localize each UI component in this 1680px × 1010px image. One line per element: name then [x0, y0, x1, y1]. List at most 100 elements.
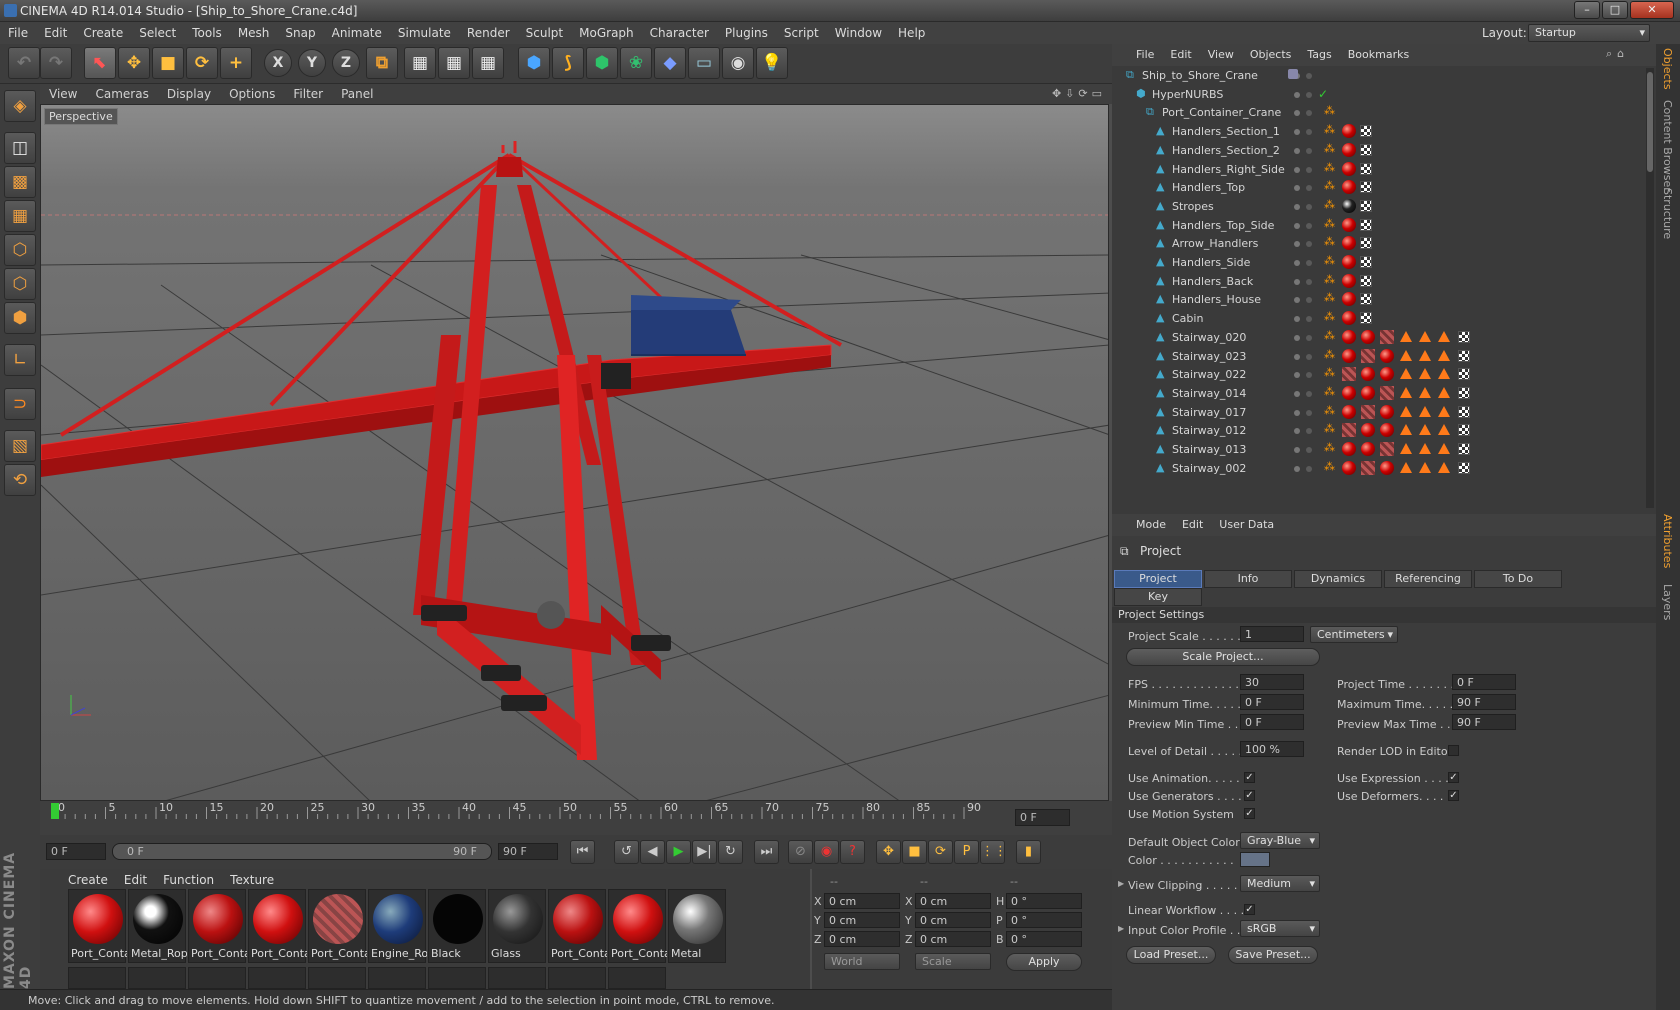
selection-tag-icon[interactable]: [1400, 443, 1412, 454]
enabled-check-icon[interactable]: ✓: [1318, 87, 1328, 101]
render-visibility-dot[interactable]: [1306, 166, 1312, 173]
material-slot[interactable]: [188, 967, 246, 989]
live-select-icon[interactable]: ⬉: [84, 47, 116, 79]
render-visibility-dot[interactable]: [1306, 409, 1312, 416]
editor-visibility-dot[interactable]: [1294, 353, 1300, 360]
material-tag-icon[interactable]: [1380, 329, 1394, 344]
menu-tools[interactable]: Tools: [184, 22, 230, 44]
key-rotation-icon[interactable]: ⟳: [928, 840, 953, 864]
object-row[interactable]: ▲ Handlers_Section_1 ⁂: [1112, 122, 1638, 142]
material-tag-icon[interactable]: [1342, 273, 1356, 288]
cube-icon[interactable]: ⬢: [518, 47, 550, 79]
uvw-tag-icon[interactable]: [1458, 349, 1470, 362]
phong-tag-icon[interactable]: ⁂: [1324, 404, 1335, 417]
object-row[interactable]: ▲ Stairway_012 ⁂: [1112, 421, 1638, 441]
menu-file[interactable]: File: [0, 22, 36, 44]
object-row[interactable]: ▲ Stairway_017 ⁂: [1112, 403, 1638, 423]
preview-min-time-input[interactable]: 0 F: [1240, 714, 1304, 730]
coord-world-dropdown[interactable]: World: [824, 953, 900, 970]
render-visibility-dot[interactable]: [1306, 203, 1312, 210]
project-time-input[interactable]: 0 F: [1452, 674, 1516, 690]
object-name[interactable]: Ship_to_Shore_Crane: [1142, 69, 1258, 82]
phong-tag-icon[interactable]: ⁂: [1324, 198, 1335, 211]
rotate-icon[interactable]: ⟳: [186, 47, 218, 79]
coord-rotation-input[interactable]: 0 °: [1006, 893, 1082, 909]
polygons-mode-icon[interactable]: ⬢: [4, 302, 36, 334]
light-icon[interactable]: 💡: [756, 47, 788, 79]
phong-tag-icon[interactable]: ⁂: [1324, 441, 1335, 454]
attribute-menu-user-data[interactable]: User Data: [1211, 514, 1282, 536]
use-motion-system-checkbox[interactable]: ✓: [1244, 808, 1255, 819]
editor-visibility-dot[interactable]: [1294, 260, 1300, 266]
uvw-tag-icon[interactable]: [1458, 443, 1470, 455]
material-tag-icon[interactable]: [1361, 460, 1375, 475]
material-slot[interactable]: [428, 967, 486, 989]
render-visibility-dot[interactable]: [1306, 185, 1312, 192]
phong-tag-icon[interactable]: ⁂: [1324, 179, 1335, 192]
render-visibility-dot[interactable]: [1306, 353, 1312, 360]
selection-tag-icon[interactable]: [1438, 368, 1450, 380]
use-deformers-checkbox[interactable]: ✓: [1448, 790, 1459, 801]
expand-arrow-icon[interactable]: ▶: [1118, 879, 1124, 888]
material-tag-icon[interactable]: [1380, 385, 1394, 400]
material-tag-icon[interactable]: [1342, 198, 1356, 213]
render-visibility-dot[interactable]: [1306, 91, 1312, 98]
viewport-menu-cameras[interactable]: Cameras: [86, 84, 157, 104]
material-tag-icon[interactable]: [1342, 460, 1356, 475]
uvw-tag-icon[interactable]: [1458, 368, 1470, 381]
object-row[interactable]: ▲ Arrow_Handlers ⁂: [1112, 234, 1638, 254]
playhead-marker[interactable]: [51, 803, 59, 819]
object-name[interactable]: Cabin: [1172, 312, 1203, 325]
selection-tag-icon[interactable]: [1400, 330, 1412, 342]
material-tag-icon[interactable]: [1380, 442, 1394, 456]
coord-size-input[interactable]: 0 cm: [915, 912, 991, 928]
menu-create[interactable]: Create: [75, 22, 131, 44]
material-slot[interactable]: [308, 967, 366, 989]
editor-visibility-dot[interactable]: [1294, 91, 1300, 98]
object-name[interactable]: Handlers_Back: [1172, 275, 1253, 288]
material-slot[interactable]: Port_Conta: [68, 889, 127, 963]
phong-tag-icon[interactable]: ⁂: [1324, 104, 1335, 117]
material-tag-icon[interactable]: [1342, 142, 1356, 157]
selection-tag-icon[interactable]: [1438, 386, 1450, 398]
project-scale-input[interactable]: 1: [1240, 626, 1304, 642]
selection-tag-icon[interactable]: [1419, 386, 1431, 398]
selection-tag-icon[interactable]: [1419, 368, 1431, 380]
editor-visibility-dot[interactable]: [1294, 465, 1300, 472]
scrollbar-thumb[interactable]: [1647, 72, 1653, 172]
floor-icon[interactable]: ▭: [688, 47, 720, 79]
use-generators-checkbox[interactable]: ✓: [1244, 790, 1255, 801]
object-name[interactable]: Stairway_002: [1172, 462, 1246, 475]
minimum-time-input[interactable]: 0 F: [1240, 694, 1304, 710]
phong-tag-icon[interactable]: ⁂: [1324, 235, 1335, 248]
move-icon[interactable]: ✥: [118, 47, 150, 79]
material-tag-icon[interactable]: [1361, 442, 1375, 456]
object-row[interactable]: ▲ Cabin ⁂: [1112, 309, 1638, 329]
object-name[interactable]: Stairway_013: [1172, 443, 1246, 456]
menu-render[interactable]: Render: [459, 22, 518, 44]
tab-project-settings[interactable]: Project Settings: [1114, 570, 1202, 601]
menu-window[interactable]: Window: [827, 22, 890, 44]
menu-script[interactable]: Script: [776, 22, 827, 44]
material-tag-icon[interactable]: [1342, 329, 1356, 344]
dock-tab-attributes[interactable]: Attributes: [1661, 514, 1674, 568]
object-manager-search-icon[interactable]: ⌕⌂: [1606, 47, 1629, 61]
editor-visibility-dot[interactable]: [1294, 110, 1300, 117]
material-slot[interactable]: [548, 967, 606, 989]
render-visibility-dot[interactable]: [1306, 222, 1312, 229]
attribute-menu-mode[interactable]: Mode: [1128, 514, 1174, 536]
selection-tag-icon[interactable]: [1419, 405, 1431, 417]
selection-tag-icon[interactable]: [1438, 443, 1450, 454]
material-tag-icon[interactable]: [1342, 348, 1356, 363]
coord-scale-dropdown[interactable]: Scale: [915, 953, 991, 970]
selection-tag-icon[interactable]: [1438, 405, 1450, 417]
editor-visibility-dot[interactable]: [1294, 409, 1300, 416]
object-name[interactable]: Stairway_020: [1172, 331, 1246, 344]
object-name[interactable]: Handlers_Top_Side: [1172, 219, 1274, 232]
material-tag-icon[interactable]: [1342, 442, 1356, 456]
object-name[interactable]: Stairway_012: [1172, 424, 1246, 437]
object-name[interactable]: Arrow_Handlers: [1172, 237, 1258, 250]
apply-button[interactable]: Apply: [1006, 953, 1082, 971]
render-visibility-dot[interactable]: [1306, 428, 1312, 435]
previous-key-icon[interactable]: ↺: [614, 840, 639, 864]
